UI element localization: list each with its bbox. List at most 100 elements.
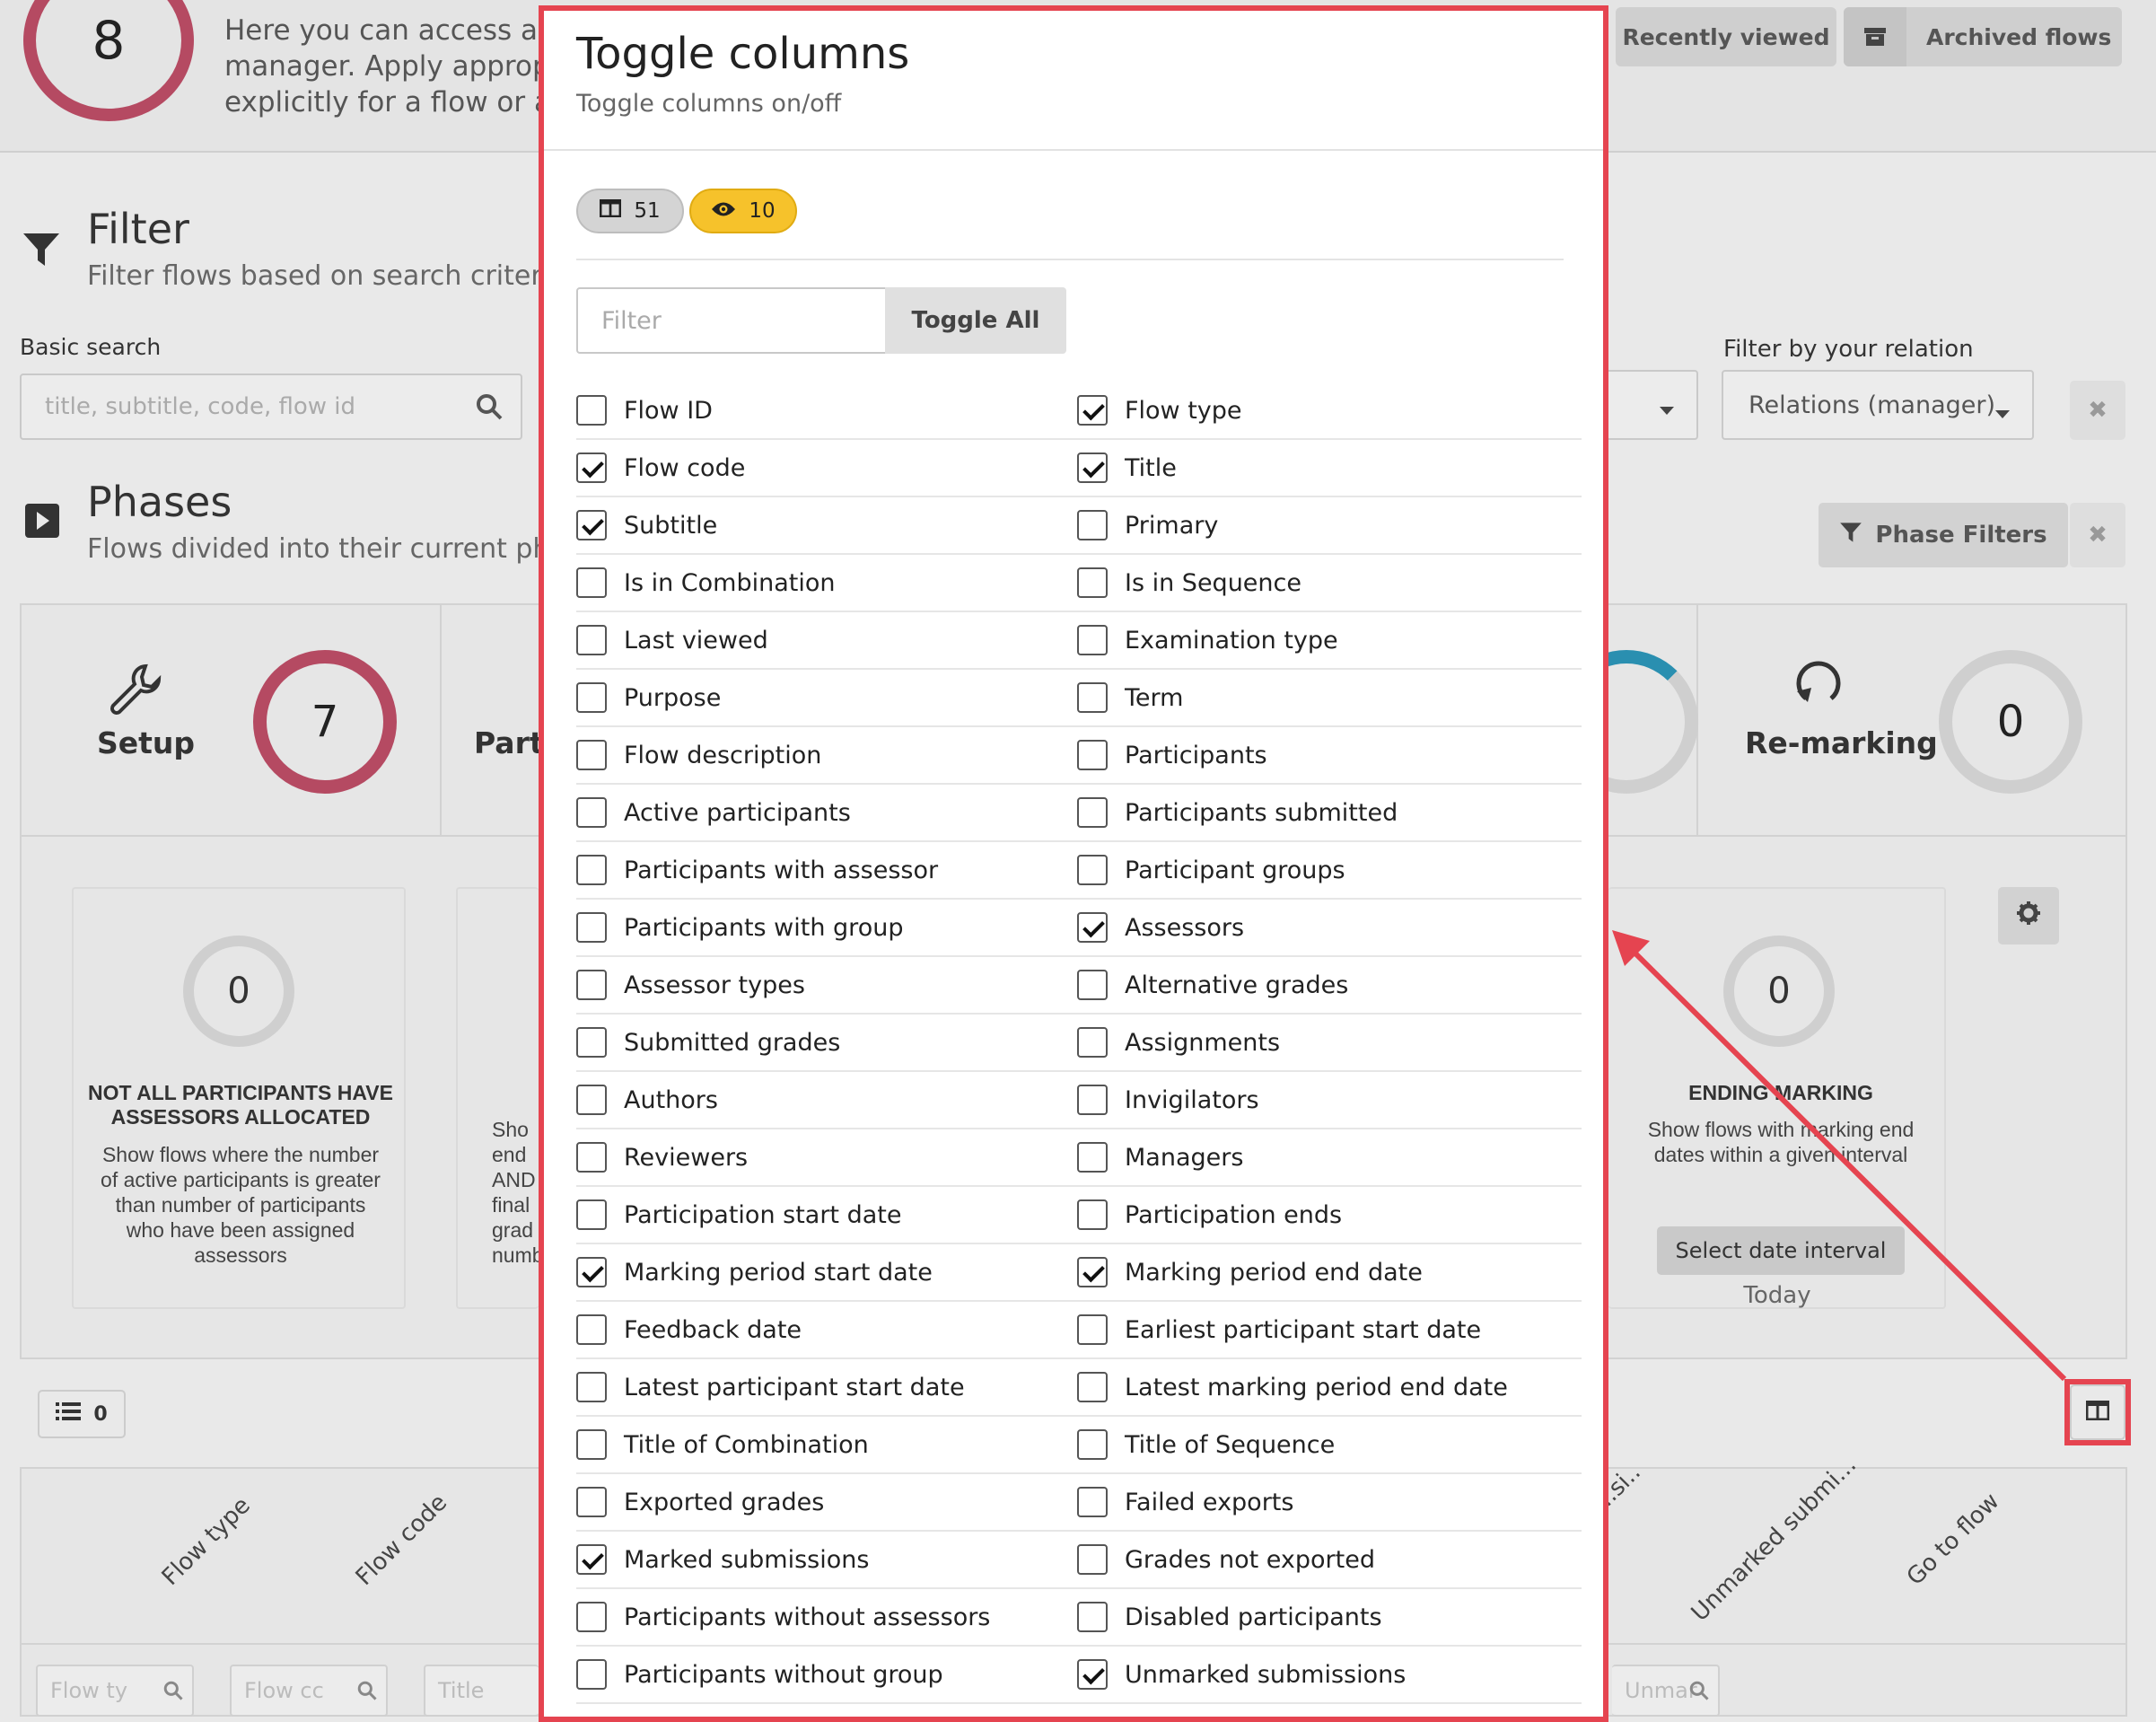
column-toggle-item[interactable]: Participants with assessor — [576, 842, 1077, 898]
column-checkbox[interactable] — [576, 740, 607, 770]
column-toggle-item[interactable]: Assignments — [1077, 1015, 1578, 1070]
column-toggle-item[interactable]: Assessors — [1077, 900, 1578, 955]
column-toggle-item[interactable]: Is in Sequence — [1077, 555, 1578, 611]
column-checkbox[interactable] — [1077, 682, 1108, 713]
column-checkbox[interactable] — [576, 1544, 607, 1575]
column-checkbox[interactable] — [1077, 625, 1108, 655]
column-toggle-item[interactable]: Flow code — [576, 440, 1077, 496]
column-checkbox[interactable] — [576, 1257, 607, 1287]
basic-search-input[interactable]: title, subtitle, code, flow id — [20, 373, 522, 440]
settings-button[interactable] — [1998, 887, 2059, 944]
column-filter-input[interactable]: Unmar — [1612, 1665, 1720, 1717]
column-toggle-item[interactable]: Title of Sequence — [1077, 1417, 1578, 1472]
column-toggle-item[interactable]: Marking period start date — [576, 1244, 1077, 1300]
column-checkbox[interactable] — [576, 797, 607, 828]
toggle-all-button[interactable]: Toggle All — [885, 287, 1066, 354]
column-toggle-item[interactable]: Marking period end date — [1077, 1244, 1578, 1300]
clear-filter-button[interactable]: ✖ — [2070, 381, 2125, 440]
recently-viewed-button[interactable]: Recently viewed — [1616, 7, 1836, 66]
column-checkbox[interactable] — [1077, 1487, 1108, 1517]
column-checkbox[interactable] — [576, 970, 607, 1000]
column-checkbox[interactable] — [1077, 510, 1108, 540]
column-toggle-item[interactable]: Participants without group — [576, 1647, 1077, 1702]
column-checkbox[interactable] — [576, 1199, 607, 1230]
column-filter-input[interactable]: Flow cc — [230, 1665, 388, 1717]
phase-participation[interactable]: Parti — [442, 603, 554, 837]
archived-flows-button[interactable]: Archived flows — [1844, 7, 2122, 66]
column-toggle-item[interactable]: Flow type — [1077, 382, 1578, 438]
column-toggle-item[interactable]: Latest participant start date — [576, 1359, 1077, 1415]
column-checkbox[interactable] — [576, 1027, 607, 1058]
phase-setup[interactable]: Setup 7 — [20, 603, 442, 837]
phase-filters-button[interactable]: Phase Filters — [1819, 503, 2068, 567]
column-checkbox[interactable] — [1077, 1429, 1108, 1460]
column-checkbox[interactable] — [1077, 1372, 1108, 1402]
select-date-interval-button[interactable]: Select date interval — [1657, 1226, 1905, 1275]
column-checkbox[interactable] — [1077, 1142, 1108, 1173]
column-toggle-item[interactable]: Examination type — [1077, 612, 1578, 668]
alert-card-grades[interactable]: Sho end AND final grad numb — [456, 887, 544, 1309]
column-checkbox[interactable] — [1077, 970, 1108, 1000]
column-toggle-item[interactable]: Flow ID — [576, 382, 1077, 438]
column-checkbox[interactable] — [576, 1602, 607, 1632]
column-toggle-item[interactable]: Participants without assessors — [576, 1589, 1077, 1645]
column-checkbox[interactable] — [576, 452, 607, 483]
column-toggle-item[interactable]: Latest marking period end date — [1077, 1359, 1578, 1415]
column-toggle-item[interactable]: Marked submissions — [576, 1532, 1077, 1587]
row-count-button[interactable]: 0 — [38, 1390, 126, 1438]
phase-marking[interactable] — [1555, 603, 1698, 837]
column-toggle-item[interactable]: Failed exports — [1077, 1474, 1578, 1530]
column-toggle-item[interactable]: Feedback date — [576, 1302, 1077, 1357]
column-checkbox[interactable] — [576, 682, 607, 713]
alert-card-assessors[interactable]: 0 NOT ALL PARTICIPANTS HAVE ASSESSORS AL… — [72, 887, 406, 1309]
column-checkbox[interactable] — [1077, 452, 1108, 483]
column-checkbox[interactable] — [576, 855, 607, 885]
column-checkbox[interactable] — [576, 912, 607, 943]
column-checkbox[interactable] — [576, 1142, 607, 1173]
column-toggle-item[interactable]: Alternative grades — [1077, 957, 1578, 1013]
column-toggle-item[interactable]: Title of Combination — [576, 1417, 1077, 1472]
column-checkbox[interactable] — [1077, 395, 1108, 426]
column-toggle-item[interactable]: Participants with group — [576, 900, 1077, 955]
column-checkbox[interactable] — [1077, 567, 1108, 598]
column-checkbox[interactable] — [1077, 1085, 1108, 1115]
column-checkbox[interactable] — [576, 1659, 607, 1690]
column-toggle-item[interactable]: Last viewed — [576, 612, 1077, 668]
column-filter-input[interactable]: Title — [424, 1665, 539, 1717]
column-filter-input[interactable]: Filter — [576, 287, 887, 354]
column-toggle-item[interactable]: Unmarked submissions — [1077, 1647, 1578, 1702]
column-checkbox[interactable] — [576, 567, 607, 598]
column-toggle-item[interactable]: Disabled participants — [1077, 1589, 1578, 1645]
column-checkbox[interactable] — [576, 1085, 607, 1115]
column-toggle-item[interactable]: Flow description — [576, 727, 1077, 783]
column-toggle-item[interactable]: Submitted grades — [576, 1015, 1077, 1070]
column-checkbox[interactable] — [1077, 912, 1108, 943]
column-toggle-item[interactable]: Invigilators — [1077, 1072, 1578, 1128]
column-toggle-item[interactable]: Term — [1077, 670, 1578, 725]
column-checkbox[interactable] — [1077, 1257, 1108, 1287]
column-toggle-item[interactable]: Participants — [1077, 727, 1578, 783]
column-toggle-item[interactable]: Participation ends — [1077, 1187, 1578, 1243]
column-toggle-item[interactable]: Participation start date — [576, 1187, 1077, 1243]
column-checkbox[interactable] — [1077, 797, 1108, 828]
column-checkbox[interactable] — [1077, 740, 1108, 770]
column-checkbox[interactable] — [576, 625, 607, 655]
column-toggle-item[interactable]: Participant groups — [1077, 842, 1578, 898]
column-checkbox[interactable] — [576, 395, 607, 426]
column-checkbox[interactable] — [1077, 855, 1108, 885]
column-checkbox[interactable] — [1077, 1544, 1108, 1575]
column-toggle-item[interactable]: Title — [1077, 440, 1578, 496]
column-checkbox[interactable] — [576, 1429, 607, 1460]
column-checkbox[interactable] — [1077, 1027, 1108, 1058]
column-toggle-item[interactable]: Grades not exported — [1077, 1532, 1578, 1587]
column-checkbox[interactable] — [1077, 1314, 1108, 1345]
clear-phase-filter-button[interactable]: ✖ — [2070, 503, 2125, 567]
column-checkbox[interactable] — [1077, 1602, 1108, 1632]
column-toggle-item[interactable]: Reviewers — [576, 1129, 1077, 1185]
column-checkbox[interactable] — [576, 1372, 607, 1402]
alert-card-ending-marking[interactable]: 0 ENDING MARKING Show flows with marking… — [1608, 887, 1946, 1309]
column-toggle-item[interactable]: Active participants — [576, 785, 1077, 840]
column-filter-input[interactable]: Flow ty — [36, 1665, 194, 1717]
column-toggle-item[interactable]: Earliest participant start date — [1077, 1302, 1578, 1357]
column-checkbox[interactable] — [1077, 1659, 1108, 1690]
